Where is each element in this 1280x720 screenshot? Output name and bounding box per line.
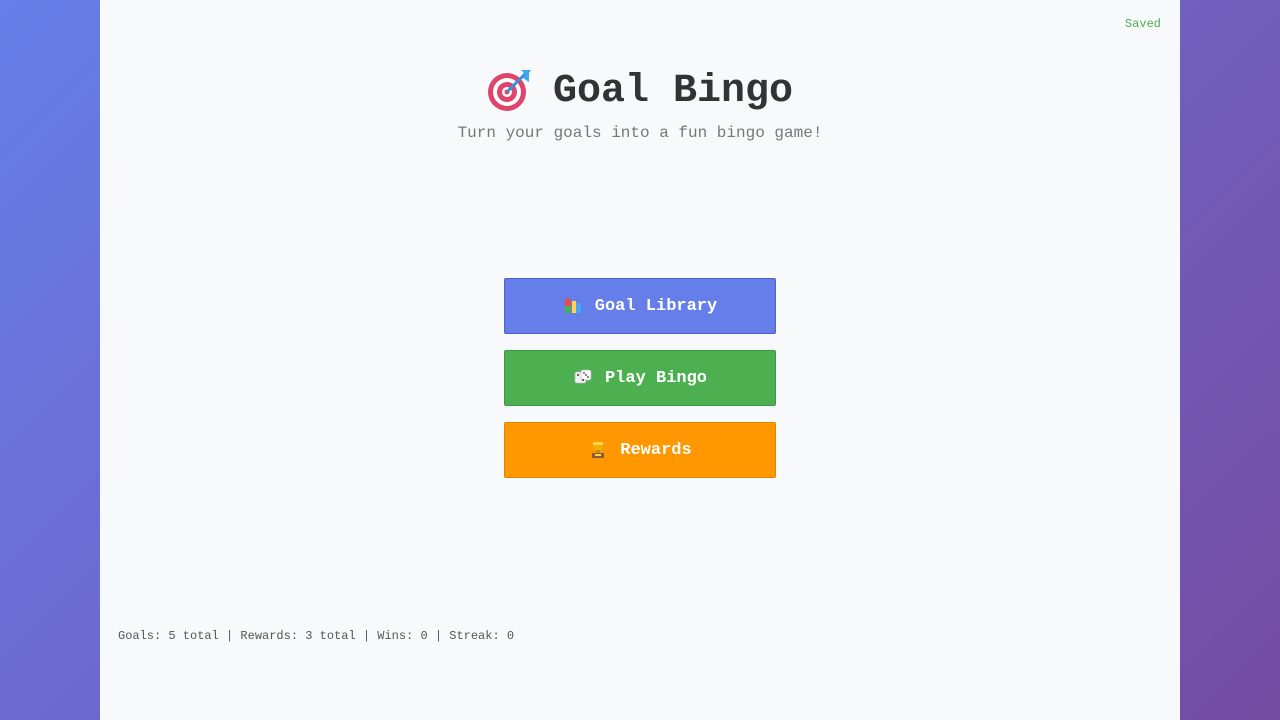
saved-status: Saved <box>1124 17 1161 31</box>
play-bingo-button[interactable]: Play Bingo <box>504 350 776 406</box>
main-panel: Saved Goal Bingo Turn your goals into a … <box>100 0 1180 720</box>
title-row: Goal Bingo <box>100 62 1180 120</box>
main-menu: Goal Library Play Bingo Rewards <box>504 278 776 494</box>
header: Goal Bingo Turn your goals into a fun bi… <box>100 62 1180 143</box>
books-icon <box>563 296 583 316</box>
goal-library-label: Goal Library <box>594 296 718 316</box>
page-subtitle: Turn your goals into a fun bingo game! <box>457 124 823 142</box>
rewards-button[interactable]: Rewards <box>504 422 776 478</box>
stats-bar: Goals: 5 total | Rewards: 3 total | Wins… <box>118 629 515 643</box>
rewards-label: Rewards <box>620 440 692 460</box>
trophy-icon <box>588 440 608 460</box>
dice-icon <box>573 368 593 388</box>
play-bingo-label: Play Bingo <box>604 368 708 388</box>
target-dart-icon <box>487 68 533 114</box>
goal-library-button[interactable]: Goal Library <box>504 278 776 334</box>
page-title: Goal Bingo <box>552 68 794 114</box>
